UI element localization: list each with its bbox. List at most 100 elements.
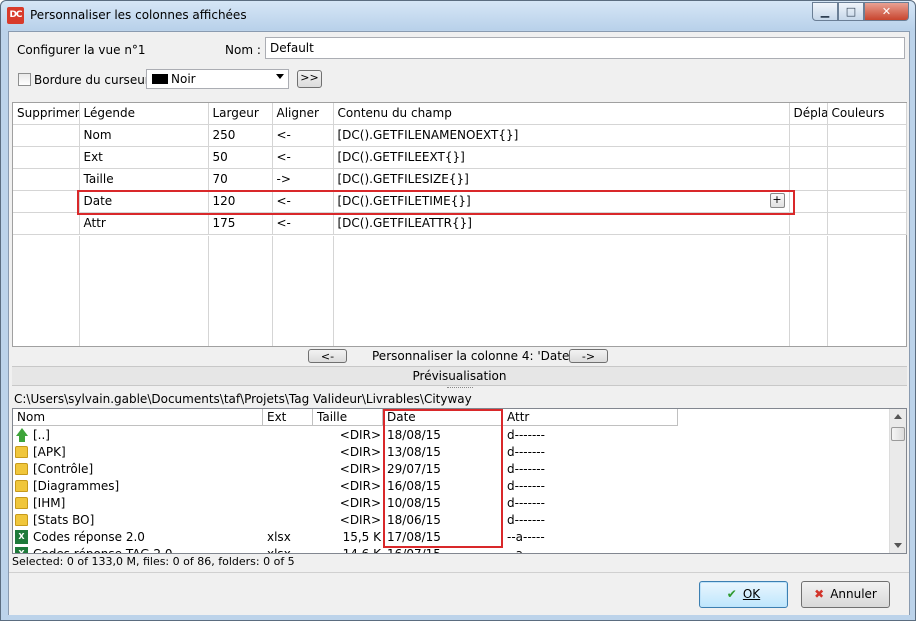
preview-file-list[interactable]: Nom Ext Taille Date Attr [..] <DIR> 18/0… [12, 408, 907, 554]
content-cell[interactable]: [DC().GETFILEATTR{}] [333, 212, 790, 235]
move-cell[interactable] [789, 190, 828, 213]
list-item[interactable]: [APK] <DIR> 13/08/15 d------- [13, 444, 889, 461]
legend-cell[interactable]: Nom [79, 124, 209, 147]
list-item[interactable]: X Codes réponse TAG 2.0 xlsx 14,6 K 16/0… [13, 546, 889, 554]
preview-path: C:\Users\sylvain.gable\Documents\taf\Pro… [14, 392, 472, 406]
list-item[interactable]: X Codes réponse 2.0 xlsx 15,5 K 17/08/15… [13, 529, 889, 546]
legend-cell[interactable]: Ext [79, 146, 209, 169]
next-column-button[interactable]: -> [569, 349, 608, 363]
close-button[interactable]: ✕ [864, 2, 909, 21]
scroll-down-icon[interactable] [894, 543, 902, 548]
prev-column-button[interactable]: <- [308, 349, 347, 363]
expand-button[interactable]: >> [297, 70, 322, 88]
name-input[interactable]: Default [265, 37, 905, 59]
delete-cell[interactable] [13, 146, 80, 169]
move-cell[interactable] [789, 146, 828, 169]
content-cell[interactable]: [DC().GETFILESIZE{}] [333, 168, 790, 191]
file-attr: d------- [507, 479, 545, 493]
list-item[interactable]: [..] <DIR> 18/08/15 d------- [13, 427, 889, 444]
name-label: Nom : [225, 43, 261, 57]
dialog-window: DC Personnaliser les colonnes affichées … [0, 0, 916, 621]
width-cell[interactable]: 70 [208, 168, 273, 191]
column-nav-label: Personnaliser la colonne 4: 'Date' [372, 349, 573, 363]
align-cell[interactable]: <- [272, 190, 334, 213]
colors-cell[interactable] [827, 146, 907, 169]
file-header-name[interactable]: Nom [13, 409, 263, 426]
width-cell[interactable]: 250 [208, 124, 273, 147]
splitter-grip[interactable] [447, 387, 473, 389]
file-date: 29/07/15 [387, 462, 441, 476]
align-cell[interactable]: <- [272, 146, 334, 169]
colors-cell[interactable] [827, 190, 907, 213]
legend-cell[interactable]: Taille [79, 168, 209, 191]
table-row[interactable]: Nom 250 <- [DC().GETFILENAMENOEXT{}] [13, 124, 907, 147]
cursor-color-select[interactable]: Noir [146, 69, 289, 89]
move-cell[interactable] [789, 212, 828, 235]
file-header-date[interactable]: Date [383, 409, 503, 426]
file-name: Codes réponse TAG 2.0 [33, 547, 173, 554]
minimize-button[interactable]: ▁ [812, 2, 838, 21]
list-item[interactable]: [Stats BO] <DIR> 18/06/15 d------- [13, 512, 889, 529]
width-cell[interactable]: 50 [208, 146, 273, 169]
maximize-button[interactable]: □ [838, 2, 864, 21]
cancel-button[interactable]: ✖ Annuler [801, 581, 890, 608]
file-name: [..] [33, 428, 50, 442]
file-name: [Contrôle] [33, 462, 94, 476]
file-attr: --a----- [507, 547, 545, 554]
title-bar[interactable]: DC Personnaliser les colonnes affichées … [1, 1, 915, 30]
colors-cell[interactable] [827, 212, 907, 235]
cursor-border-checkbox[interactable] [18, 73, 31, 86]
view-label: Configurer la vue n°1 [17, 43, 146, 57]
legend-cell[interactable]: Date [79, 190, 209, 213]
move-cell[interactable] [789, 124, 828, 147]
table-row[interactable]: Ext 50 <- [DC().GETFILEEXT{}] [13, 146, 907, 169]
width-cell[interactable]: 175 [208, 212, 273, 235]
list-item[interactable]: [IHM] <DIR> 10/08/15 d------- [13, 495, 889, 512]
header-largeur[interactable]: Largeur [208, 103, 273, 125]
delete-cell[interactable] [13, 168, 80, 191]
grid-header-row: Supprimer Légende Largeur Aligner Conten… [13, 103, 907, 125]
content-cell[interactable]: [DC().GETFILETIME{}] + [333, 190, 790, 213]
table-row-selected[interactable]: Date 120 <- [DC().GETFILETIME{}] + [13, 190, 907, 213]
header-aligner[interactable]: Aligner [272, 103, 334, 125]
plus-button[interactable]: + [769, 192, 785, 208]
file-header-attr[interactable]: Attr [503, 409, 678, 426]
file-header-ext[interactable]: Ext [263, 409, 313, 426]
preview-section-header[interactable]: Prévisualisation [12, 366, 907, 386]
up-arrow-icon [13, 427, 31, 444]
checkmark-icon: ✔ [726, 587, 737, 601]
legend-cell[interactable]: Attr [79, 212, 209, 235]
file-name: [IHM] [33, 496, 66, 510]
align-cell[interactable]: <- [272, 212, 334, 235]
file-list-header: Nom Ext Taille Date Attr [13, 409, 889, 426]
delete-cell[interactable] [13, 190, 80, 213]
header-couleurs[interactable]: Couleurs [827, 103, 907, 125]
file-date: 13/08/15 [387, 445, 441, 459]
table-row[interactable]: Attr 175 <- [DC().GETFILEATTR{}] [13, 212, 907, 235]
folder-icon [15, 514, 28, 526]
content-cell-text: [DC().GETFILETIME{}] [337, 194, 471, 208]
header-contenu[interactable]: Contenu du champ [333, 103, 790, 125]
file-header-size[interactable]: Taille [313, 409, 383, 426]
header-deplacer[interactable]: Dépla [789, 103, 828, 125]
content-cell[interactable]: [DC().GETFILEEXT{}] [333, 146, 790, 169]
delete-cell[interactable] [13, 124, 80, 147]
delete-cell[interactable] [13, 212, 80, 235]
colors-cell[interactable] [827, 124, 907, 147]
header-supprimer[interactable]: Supprimer [13, 103, 80, 125]
scroll-up-icon[interactable] [894, 414, 902, 419]
align-cell[interactable]: -> [272, 168, 334, 191]
move-cell[interactable] [789, 168, 828, 191]
ok-button[interactable]: ✔ OK [699, 581, 788, 608]
align-cell[interactable]: <- [272, 124, 334, 147]
width-cell[interactable]: 120 [208, 190, 273, 213]
scroll-thumb[interactable] [891, 427, 905, 441]
file-attr: --a----- [507, 530, 545, 544]
vertical-scrollbar[interactable] [889, 409, 906, 553]
list-item[interactable]: [Diagrammes] <DIR> 16/08/15 d------- [13, 478, 889, 495]
colors-cell[interactable] [827, 168, 907, 191]
header-legende[interactable]: Légende [79, 103, 209, 125]
content-cell[interactable]: [DC().GETFILENAMENOEXT{}] [333, 124, 790, 147]
list-item[interactable]: [Contrôle] <DIR> 29/07/15 d------- [13, 461, 889, 478]
table-row[interactable]: Taille 70 -> [DC().GETFILESIZE{}] [13, 168, 907, 191]
